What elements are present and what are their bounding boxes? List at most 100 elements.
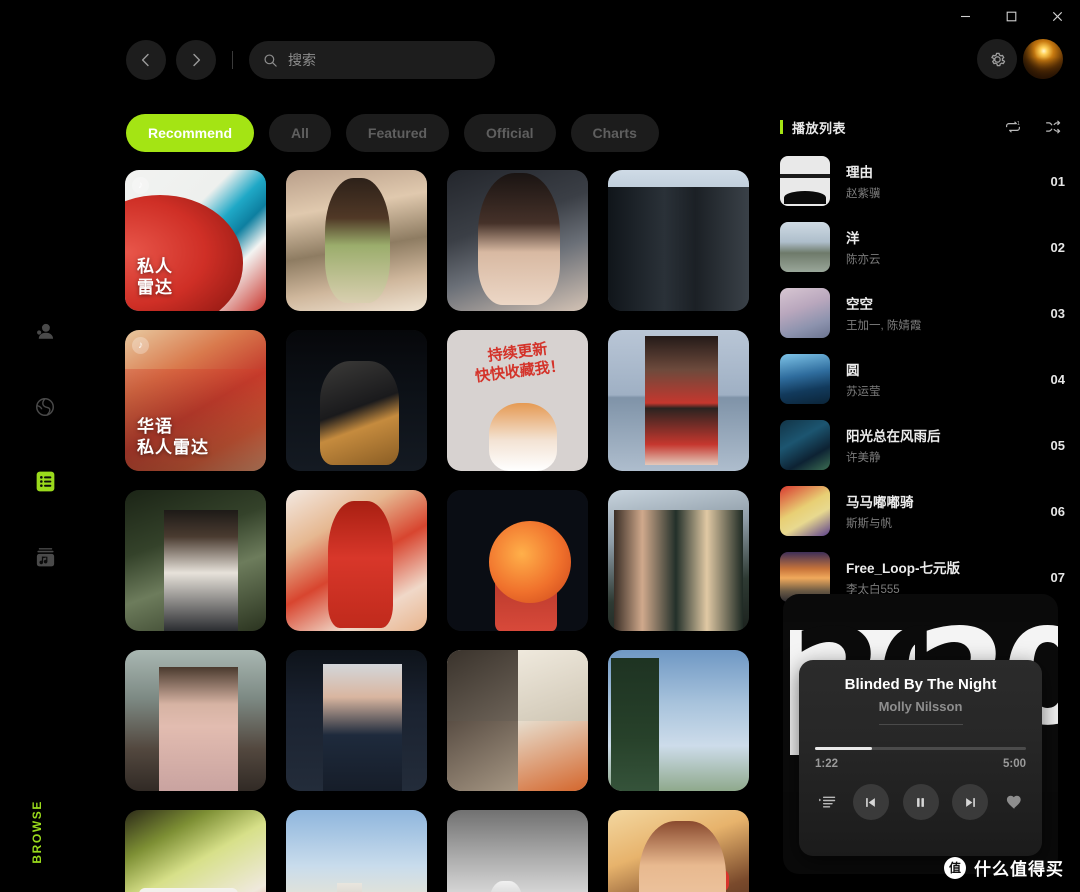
playlist-item[interactable]: 圆苏运莹 04 — [780, 346, 1065, 412]
shuffle-icon — [1046, 120, 1061, 134]
album-card[interactable] — [608, 490, 749, 631]
playlist-panel: 播放列表 1 理由 赵紫骥 01 洋陈亦云 02 空空 王加一, 陈婧霞 03 圆 — [780, 116, 1065, 610]
like-button[interactable] — [1002, 790, 1026, 814]
chevron-right-icon — [193, 53, 201, 67]
playlist-item-art — [780, 486, 830, 536]
album-card[interactable]: 持续更新 快快收藏我！ — [447, 330, 588, 471]
window-controls — [942, 0, 1080, 32]
playlist-item[interactable]: 马马嘟嘟骑斯斯与帆 06 — [780, 478, 1065, 544]
playlist-item[interactable]: 洋陈亦云 02 — [780, 214, 1065, 280]
album-card[interactable] — [286, 490, 427, 631]
previous-button[interactable] — [852, 784, 889, 820]
minimize-button[interactable] — [942, 0, 988, 32]
music-service-badge-icon: ♪ — [132, 337, 149, 354]
heart-icon — [1006, 795, 1021, 809]
album-art: 持续更新 快快收藏我！ — [447, 330, 588, 471]
album-card[interactable] — [447, 650, 588, 791]
album-card[interactable] — [125, 650, 266, 791]
album-card[interactable] — [608, 810, 749, 892]
album-art-figure — [494, 537, 557, 631]
repeat-one-button[interactable]: 1 — [1001, 115, 1025, 139]
album-art — [125, 490, 266, 631]
browse-label: BROWSE — [30, 800, 44, 864]
playlist-item-meta: 洋陈亦云 — [846, 227, 1043, 267]
album-art — [447, 490, 588, 631]
top-bar — [0, 32, 1080, 88]
album-card[interactable] — [447, 170, 588, 311]
playlist-actions: 1 — [1001, 115, 1065, 139]
playlist-item[interactable]: 空空 王加一, 陈婧霞 03 — [780, 280, 1065, 346]
queue-button[interactable] — [815, 790, 839, 814]
playlist-item-title: 马马嘟嘟骑 — [846, 495, 914, 510]
album-card[interactable] — [286, 810, 427, 892]
playlist-item-artist: 陈亦云 — [846, 254, 881, 266]
chip-featured[interactable]: Featured — [345, 114, 450, 152]
album-card[interactable] — [608, 170, 749, 311]
next-button[interactable] — [952, 784, 989, 820]
album-art — [608, 490, 749, 631]
playlist-item-art — [780, 222, 830, 272]
forward-button[interactable] — [176, 40, 216, 80]
chip-recommend[interactable]: Recommend — [126, 114, 255, 152]
album-card[interactable] — [125, 490, 266, 631]
playlist-item-meta: 阳光总在风雨后 许美静 — [846, 425, 1043, 465]
back-button[interactable] — [126, 40, 166, 80]
search-input[interactable] — [288, 52, 481, 68]
album-card[interactable] — [608, 650, 749, 791]
album-card[interactable] — [286, 170, 427, 311]
sidebar-item-discover[interactable] — [28, 390, 62, 424]
album-card-title: 私人 雷达 — [137, 256, 173, 298]
playlist-item-art — [780, 156, 830, 206]
playlist-item-index: 03 — [1050, 305, 1065, 321]
playlist-item-art — [780, 288, 830, 338]
sidebar-item-playlist[interactable] — [28, 464, 62, 498]
album-card[interactable] — [447, 810, 588, 892]
sidebar-item-library[interactable] — [28, 540, 62, 574]
album-art — [286, 810, 427, 892]
seek-bar[interactable] — [815, 747, 1026, 750]
album-art-overlay-text: 持续更新 快快收藏我！ — [474, 340, 566, 386]
playlist-item-index: 06 — [1050, 503, 1065, 519]
search-icon — [264, 53, 277, 67]
album-card[interactable]: ♪ 华语 私人雷达 — [125, 330, 266, 471]
chip-official[interactable]: Official — [464, 114, 556, 152]
previous-track-icon — [866, 797, 876, 807]
watermark-text: 什么值得买 — [974, 860, 1064, 879]
chip-all[interactable]: All — [269, 114, 331, 152]
album-art — [608, 170, 749, 311]
album-card[interactable] — [286, 650, 427, 791]
settings-button[interactable] — [977, 39, 1017, 79]
album-art — [447, 170, 588, 311]
playlist-item[interactable]: 阳光总在风雨后 许美静 05 — [780, 412, 1065, 478]
playlist-item-index: 01 — [1050, 173, 1065, 189]
album-card[interactable]: ♪ 私人 雷达 — [125, 170, 266, 311]
play-pause-button[interactable] — [902, 784, 939, 820]
close-button[interactable] — [1034, 0, 1080, 32]
search-box[interactable] — [249, 41, 495, 79]
album-grid: ♪ 私人 雷达 ♪ 华语 私人雷达 持续更新 快快收藏我！ — [125, 170, 755, 892]
track-artist: Molly Nilsson — [878, 699, 963, 714]
album-art — [447, 650, 588, 791]
chip-charts[interactable]: Charts — [570, 114, 659, 152]
album-card[interactable] — [447, 490, 588, 631]
album-card[interactable] — [608, 330, 749, 471]
music-service-badge-icon: ♪ — [132, 177, 149, 194]
account-icon — [37, 323, 54, 339]
album-card[interactable] — [125, 810, 266, 892]
transport-controls — [815, 784, 1026, 820]
left-rail: BROWSE — [0, 0, 90, 892]
album-art — [286, 170, 427, 311]
album-art — [125, 810, 266, 892]
playlist-item-artist: 赵紫骥 — [846, 188, 881, 200]
shuffle-button[interactable] — [1041, 115, 1065, 139]
album-art-glasses — [650, 869, 730, 892]
album-art — [286, 650, 427, 791]
playlist-item-artist: 斯斯与帆 — [846, 518, 892, 530]
playlist-item-meta: 圆苏运莹 — [846, 359, 1043, 399]
sidebar-item-account[interactable] — [28, 314, 62, 348]
avatar[interactable] — [1023, 39, 1063, 79]
maximize-button[interactable] — [988, 0, 1034, 32]
album-card[interactable] — [286, 330, 427, 471]
playlist-item-meta: Free_Loop-七元版 李太白555 — [846, 557, 1043, 597]
playlist-item[interactable]: 理由 赵紫骥 01 — [780, 148, 1065, 214]
